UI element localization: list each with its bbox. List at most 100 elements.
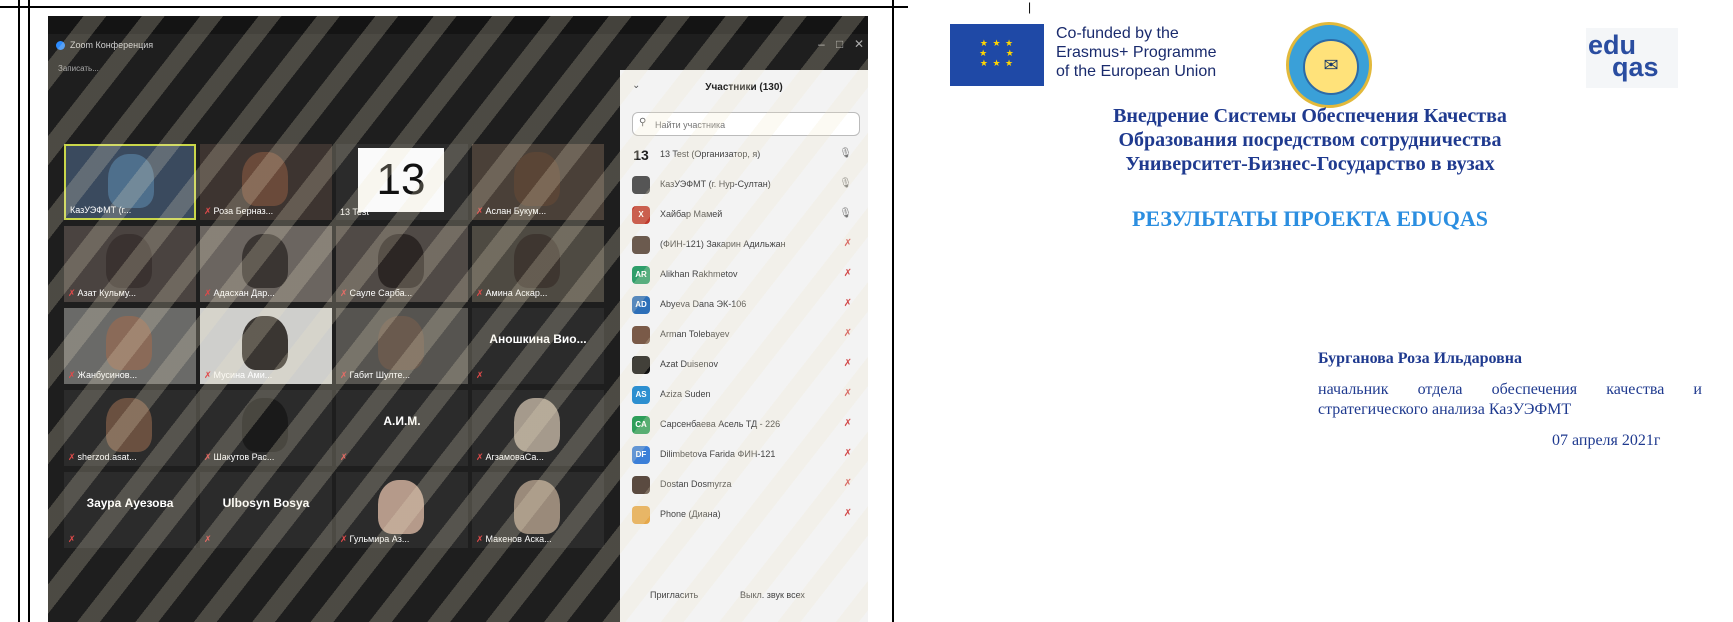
avatar [632, 356, 650, 374]
participant-row[interactable]: AR Alikhan Rakhmetov ✗ [632, 260, 858, 290]
participant-video [242, 398, 288, 452]
participants-panel: ⌄ Участники (130) ⚲ 1313 Test (Организат… [620, 70, 868, 622]
search-input[interactable] [653, 116, 857, 134]
participant-row[interactable]: Х Хайбар Мамей 🎙 [632, 200, 858, 230]
tile-name: ✗ Сауле Сарба... [340, 288, 413, 298]
mic-muted-icon[interactable]: ✗ [844, 268, 852, 279]
video-tile[interactable]: ✗ Аслан Букум... [472, 144, 604, 220]
table-border-left [18, 0, 20, 622]
participant-row[interactable]: КазУЭФМТ (г. Нур-Султан) 🎙 [632, 170, 858, 200]
mic-muted-icon[interactable]: ✗ [844, 238, 852, 249]
search-icon: ⚲ [639, 117, 647, 128]
participant-name: Aziza Suden [660, 389, 711, 399]
video-tile[interactable]: ✗ Габит Шулте... [336, 308, 468, 384]
participant-video [514, 480, 560, 534]
participant-row[interactable]: CA Сарсенбаева Асель ТД - 226 ✗ [632, 410, 858, 440]
tile-name: ✗ Шакутов Рас... [204, 452, 275, 462]
participant-video [378, 234, 424, 288]
mic-muted-icon[interactable]: ✗ [844, 358, 852, 369]
participant-row[interactable]: Azat Duisenov ✗ [632, 350, 858, 380]
tile-name: 13 Test [340, 207, 369, 217]
video-tile[interactable]: ✗ Адасхан Дар... [200, 226, 332, 302]
participant-name: Abyeva Dana ЭК-106 [660, 299, 747, 309]
tile-name: ✗ Аслан Букум... [476, 206, 547, 216]
participant-row[interactable]: AS Aziza Suden ✗ [632, 380, 858, 410]
mic-muted-icon[interactable]: ✗ [844, 418, 852, 429]
participant-video [514, 152, 560, 206]
maximize-icon[interactable]: □ [836, 37, 843, 51]
tile-name: ✗ Адасхан Дар... [204, 288, 275, 298]
mic-icon[interactable]: 🎙 [839, 178, 852, 189]
participant-row[interactable]: AD Abyeva Dana ЭК-106 ✗ [632, 290, 858, 320]
participant-name: КазУЭФМТ (г. Нур-Султан) [660, 179, 771, 189]
participant-video [108, 154, 154, 208]
mic-icon[interactable]: 🎙 [839, 208, 852, 219]
mute-all-button[interactable]: Выкл. звук всех [740, 590, 805, 600]
close-icon[interactable]: ✕ [854, 37, 864, 51]
participant-video [514, 234, 560, 288]
video-tile[interactable]: ✗ Роза Берназ... [200, 144, 332, 220]
tile-name-large: Аношкина Вио... [489, 332, 587, 346]
mic-icon[interactable]: 🎙 [839, 148, 852, 159]
mic-muted-icon[interactable]: ✗ [844, 508, 852, 519]
video-tile[interactable]: ✗ Мусина Ами... [200, 308, 332, 384]
video-tile[interactable]: ✗ Амина Аскар... [472, 226, 604, 302]
video-tile[interactable]: Ulbosyn Bosya ✗ [200, 472, 332, 548]
participant-video [242, 316, 288, 370]
participant-video [242, 234, 288, 288]
video-tile[interactable]: ✗ Макенов Аска... [472, 472, 604, 548]
video-tile[interactable]: Заура Ауезова ✗ [64, 472, 196, 548]
table-border-middle [892, 0, 894, 622]
zoom-titlebar: Zoom Конференция – □ ✕ [48, 34, 868, 58]
mic-muted-icon[interactable]: ✗ [844, 328, 852, 339]
video-tile[interactable]: ✗ Шакутов Рас... [200, 390, 332, 466]
participant-video [106, 316, 152, 370]
mic-muted-icon: ✗ [340, 452, 348, 462]
video-tile[interactable]: 13 13 Test [336, 144, 468, 220]
video-tile[interactable]: ✗ sherzod.asat... [64, 390, 196, 466]
video-tile[interactable]: А.И.М. ✗ [336, 390, 468, 466]
tile-name: ✗ Мусина Ами... [204, 370, 273, 380]
tile-name: ✗ Азат Кульму... [68, 288, 136, 298]
zoom-photo: Zoom Конференция – □ ✕ Записать... КазУЭ… [48, 16, 868, 622]
mic-muted-icon[interactable]: ✗ [844, 388, 852, 399]
tile-name: ✗ Роза Берназ... [204, 206, 274, 216]
record-indicator: Записать... [58, 64, 99, 73]
participant-row[interactable]: Dostan Dosmyrza ✗ [632, 470, 858, 500]
video-tile[interactable]: ✗ АгзамоваСа... [472, 390, 604, 466]
tile-name: ✗ Амина Аскар... [476, 288, 548, 298]
zoom-logo-icon [56, 41, 65, 50]
video-tile[interactable]: ✗ Азат Кульму... [64, 226, 196, 302]
participant-row[interactable]: 13 13 Test (Организатор, я) 🎙 [632, 140, 858, 170]
video-tile[interactable]: КазУЭФМТ (г... [64, 144, 196, 220]
avatar [632, 176, 650, 194]
mic-muted-icon[interactable]: ✗ [844, 298, 852, 309]
video-tile[interactable]: ✗ Сауле Сарба... [336, 226, 468, 302]
participant-video [242, 152, 288, 206]
participant-row[interactable]: DF Dilimbetova Farida ФИН-121 ✗ [632, 440, 858, 470]
minimize-icon[interactable]: – [818, 37, 825, 51]
participant-video [106, 398, 152, 452]
slide-title: Внедрение Системы Обеспечения Качества О… [1113, 105, 1507, 175]
university-seal-logo: ✉ [1286, 22, 1372, 108]
tile-name: ✗ Макенов Аска... [476, 534, 552, 544]
mic-muted-icon[interactable]: ✗ [844, 478, 852, 489]
video-grid: КазУЭФМТ (г... ✗ Роза Берназ... 13 13 Test… [64, 144, 612, 550]
mic-muted-icon[interactable]: ✗ [844, 448, 852, 459]
author-position: начальник отдела обеспечения качества и … [1318, 381, 1702, 418]
video-tile[interactable]: Аношкина Вио... ✗ [472, 308, 604, 384]
table-border-left-inner [28, 0, 30, 622]
video-tile[interactable]: ✗ Жанбусинов... [64, 308, 196, 384]
video-tile[interactable]: ✗ Гульмира Аз... [336, 472, 468, 548]
slide-results-heading: РЕЗУЛЬТАТЫ ПРОЕКТА EDUQAS [1131, 206, 1489, 231]
participant-row[interactable]: Phone (Диана) ✗ [632, 500, 858, 530]
avatar: AD [632, 296, 650, 314]
slide-date: 07 апреля 2021г [1552, 432, 1661, 449]
invite-button[interactable]: Пригласить [650, 590, 698, 600]
participant-row[interactable]: (ФИН-121) Закарин Адильжан ✗ [632, 230, 858, 260]
caret-mark: | [1028, 0, 1032, 14]
participant-video [514, 398, 560, 452]
participants-title: Участники (130) [705, 82, 783, 93]
participant-name: (ФИН-121) Закарин Адильжан [660, 239, 786, 249]
participant-row[interactable]: Arman Tolebayev ✗ [632, 320, 858, 350]
